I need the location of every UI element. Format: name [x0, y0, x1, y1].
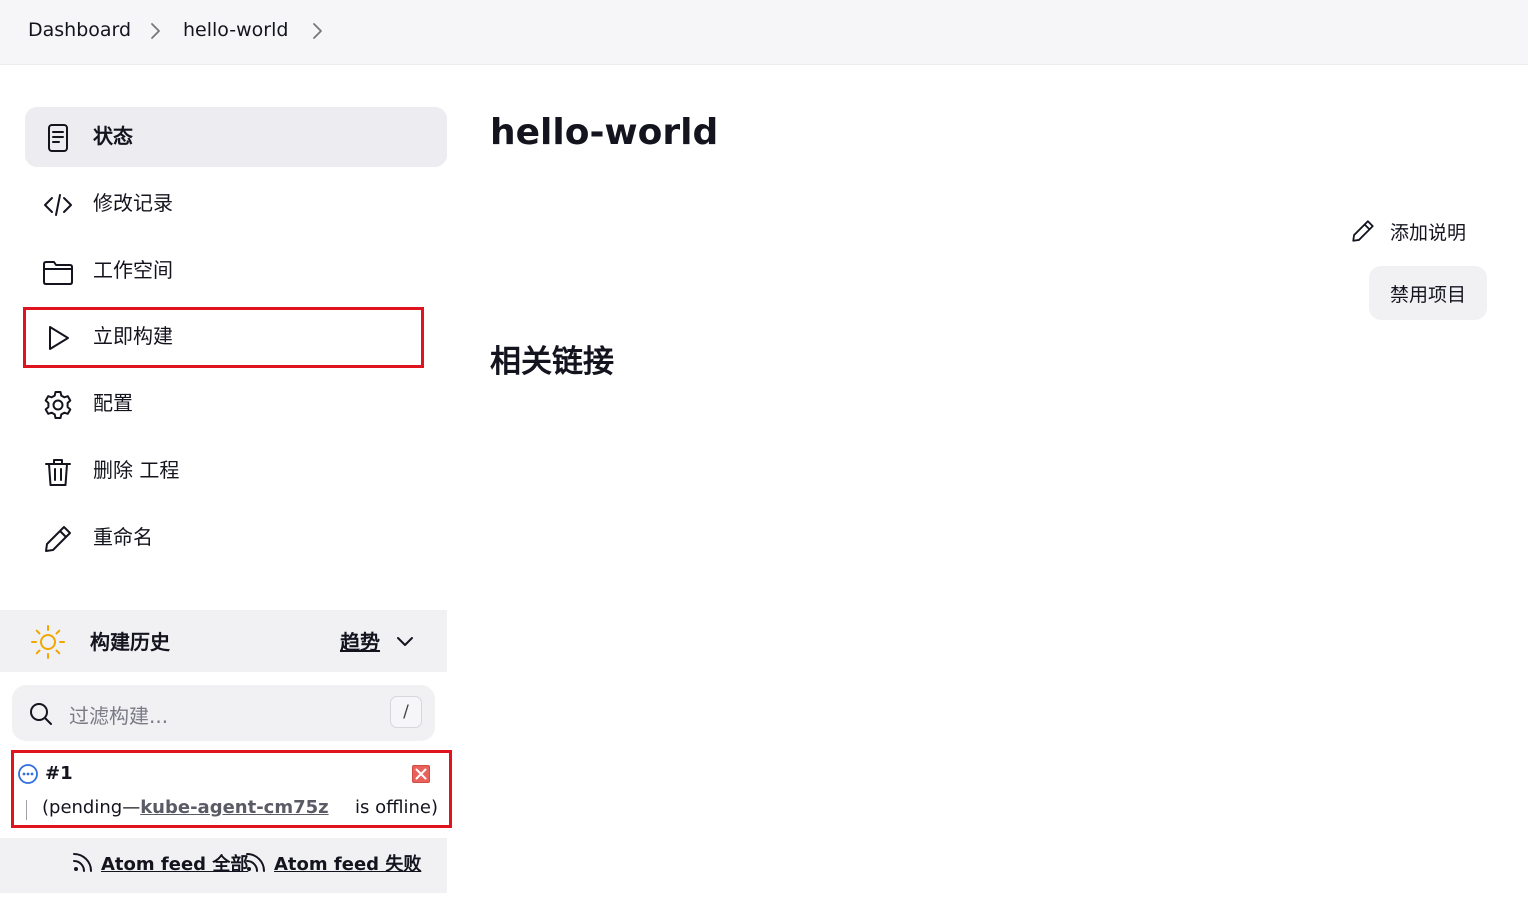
- sidebar-item-configure[interactable]: 配置: [25, 374, 447, 434]
- sun-icon: [30, 624, 66, 660]
- add-description-label: 添加说明: [1390, 222, 1467, 244]
- sidebar-item-status[interactable]: 状态: [25, 107, 447, 167]
- filter-placeholder: 过滤构建...: [69, 704, 169, 728]
- highlight-box-build-now: [23, 307, 424, 368]
- rss-icon: [72, 851, 94, 873]
- pencil-icon: [1350, 218, 1376, 244]
- document-icon: [42, 122, 74, 154]
- page-title: hello-world: [490, 112, 719, 153]
- sidebar-item-label: 状态: [93, 124, 133, 148]
- sidebar-item-label: 配置: [93, 391, 133, 415]
- chevron-down-icon[interactable]: [394, 630, 416, 652]
- code-icon: [42, 189, 74, 221]
- sidebar-item-label: 重命名: [93, 525, 153, 549]
- highlight-box-build-row: [11, 750, 452, 828]
- gear-icon: [42, 389, 74, 421]
- related-links-heading: 相关链接: [490, 344, 614, 380]
- sidebar-item-label: 修改记录: [93, 191, 173, 215]
- sidebar-item-label: 工作空间: [93, 258, 173, 282]
- build-history-title: 构建历史: [90, 630, 170, 654]
- chevron-right-icon: [148, 20, 162, 42]
- atom-feed-all-link[interactable]: Atom feed 全部: [101, 850, 248, 876]
- trash-icon: [42, 456, 74, 488]
- search-icon: [28, 701, 54, 727]
- keyboard-shortcut-badge: /: [390, 696, 422, 728]
- sidebar-item-rename[interactable]: 重命名: [25, 508, 447, 568]
- pencil-icon: [42, 523, 74, 555]
- build-history-header: 构建历史 趋势: [0, 610, 447, 672]
- build-filter-input[interactable]: 过滤构建... /: [12, 685, 435, 741]
- sidebar-item-delete-project[interactable]: 删除 工程: [25, 441, 447, 501]
- disable-project-button[interactable]: 禁用项目: [1369, 266, 1487, 320]
- rss-icon: [245, 851, 267, 873]
- chevron-right-icon[interactable]: [310, 20, 324, 42]
- atom-feeds: Atom feed 全部 Atom feed 失败: [0, 838, 447, 893]
- atom-feed-failed-link[interactable]: Atom feed 失败: [274, 850, 421, 876]
- trend-link[interactable]: 趋势: [340, 626, 380, 655]
- sidebar-item-workspace[interactable]: 工作空间: [25, 241, 447, 301]
- breadcrumb-bar: Dashboard hello-world: [0, 0, 1528, 65]
- sidebar-item-label: 删除 工程: [93, 458, 180, 482]
- folder-icon: [42, 256, 74, 288]
- sidebar-item-changes[interactable]: 修改记录: [25, 174, 447, 234]
- breadcrumb-dashboard[interactable]: Dashboard: [28, 19, 131, 41]
- breadcrumb-hello-world[interactable]: hello-world: [183, 19, 288, 41]
